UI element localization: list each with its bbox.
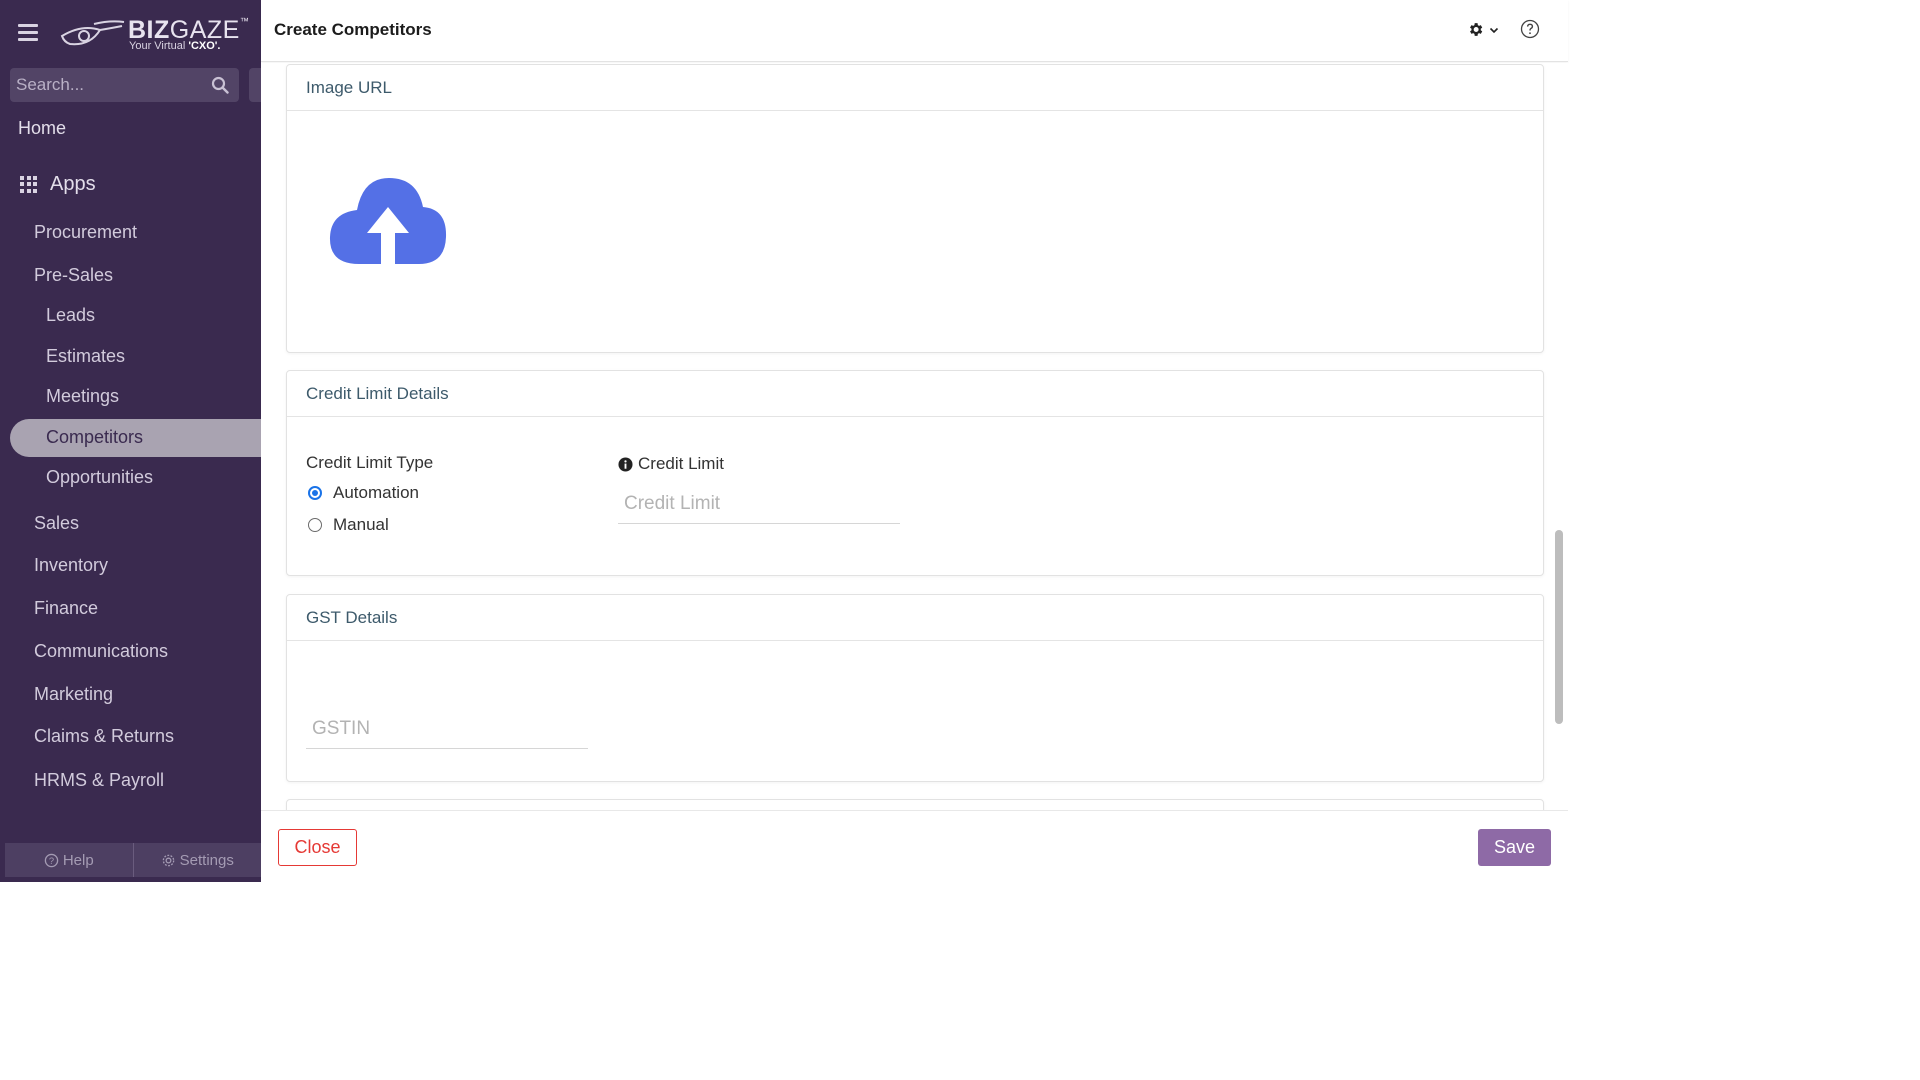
main-panel: Create Competitors Image URL Credit Limi… <box>261 0 1568 882</box>
gst-details-card: GST Details <box>286 594 1544 782</box>
apps-grid-icon <box>20 175 37 193</box>
nav-item-hrms-payroll[interactable]: HRMS & Payroll <box>34 770 164 791</box>
info-icon[interactable] <box>618 456 633 472</box>
nav-apps-label: Apps <box>50 172 96 195</box>
nav-item-estimates[interactable]: Estimates <box>46 346 125 367</box>
credit-limit-label-text: Credit Limit <box>638 454 724 473</box>
nav-item-communications[interactable]: Communications <box>34 641 168 662</box>
help-label: Help <box>62 851 94 869</box>
brand-tagline: Your Virtual 'CXO'. <box>129 40 221 52</box>
credit-limit-title: Credit Limit Details <box>287 371 1543 417</box>
settings-gear-icon <box>162 854 174 866</box>
sidebar: BIZGAZE™ Your Virtual 'CXO'. Home Apps P… <box>0 0 261 882</box>
nav-item-procurement[interactable]: Procurement <box>34 222 137 243</box>
radio-manual[interactable]: Manual <box>308 515 389 535</box>
settings-label: Settings <box>179 851 234 869</box>
search-icon[interactable] <box>211 76 229 94</box>
brand-logo[interactable]: BIZGAZE™ Your Virtual 'CXO'. <box>58 14 249 56</box>
image-url-card: Image URL <box>286 64 1544 353</box>
nav-item-inventory[interactable]: Inventory <box>34 555 108 576</box>
nav-item-opportunities[interactable]: Opportunities <box>46 467 153 488</box>
save-button[interactable]: Save <box>1478 829 1551 866</box>
search-box <box>10 68 239 102</box>
svg-text:?: ? <box>49 855 54 865</box>
radio-manual-label: Manual <box>333 515 389 534</box>
gstin-input[interactable] <box>306 709 588 749</box>
nav-item-marketing[interactable]: Marketing <box>34 684 113 705</box>
gst-details-title: GST Details <box>287 595 1543 641</box>
nav-item-sales[interactable]: Sales <box>34 513 79 534</box>
credit-limit-type-label: Credit Limit Type <box>306 453 434 472</box>
next-section-card <box>286 799 1544 810</box>
nav-item-competitors[interactable]: Competitors <box>46 427 143 448</box>
settings-button[interactable]: Settings <box>132 843 262 877</box>
logo-eye-icon <box>60 20 125 46</box>
nav-apps[interactable]: Apps <box>20 170 96 198</box>
search-input[interactable] <box>10 68 200 102</box>
radio-automation-control[interactable] <box>308 486 322 500</box>
image-url-title: Image URL <box>287 65 1543 111</box>
cloud-upload-icon[interactable] <box>329 177 447 265</box>
page-title: Create Competitors <box>274 20 432 39</box>
radio-automation[interactable]: Automation <box>308 483 419 503</box>
form-footer: Close Save <box>261 810 1568 882</box>
nav-item-leads[interactable]: Leads <box>46 305 95 326</box>
nav-item-finance[interactable]: Finance <box>34 598 98 619</box>
scrollbar-thumb[interactable] <box>1555 530 1563 724</box>
radio-automation-label: Automation <box>333 483 419 502</box>
help-button[interactable]: ? Help <box>5 843 133 877</box>
nav-item-meetings[interactable]: Meetings <box>46 386 119 407</box>
credit-limit-label: Credit Limit <box>618 454 724 474</box>
help-icon[interactable] <box>1520 19 1540 39</box>
hamburger-menu-icon[interactable] <box>18 24 38 42</box>
settings-dropdown[interactable] <box>1467 21 1500 38</box>
sidebar-collapse-tab[interactable] <box>249 68 261 102</box>
form-content: Image URL Credit Limit Details Credit Li… <box>261 63 1568 810</box>
close-button[interactable]: Close <box>278 829 357 866</box>
radio-manual-control[interactable] <box>308 518 322 532</box>
nav-item-pre-sales[interactable]: Pre-Sales <box>34 265 113 286</box>
chevron-down-icon <box>1489 27 1499 33</box>
nav-home[interactable]: Home <box>18 118 66 139</box>
credit-limit-card: Credit Limit Details Credit Limit Type A… <box>286 370 1544 576</box>
help-circle-icon: ? <box>44 853 59 867</box>
page-header: Create Competitors <box>261 0 1568 62</box>
credit-limit-input[interactable] <box>618 484 900 524</box>
gear-icon <box>1470 23 1483 36</box>
sidebar-bottom-bar: ? Help Settings <box>5 843 261 877</box>
nav-item-claims-returns[interactable]: Claims & Returns <box>34 726 174 747</box>
